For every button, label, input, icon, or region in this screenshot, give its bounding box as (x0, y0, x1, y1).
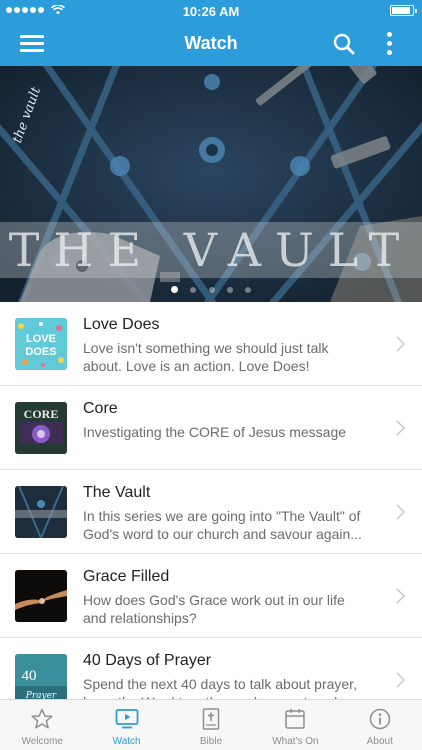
tab-label: What's On (272, 736, 319, 747)
list-item[interactable]: The Vault In this series we are going in… (0, 470, 422, 554)
page-title: Watch (184, 33, 238, 53)
tab-bar: Welcome Watch Bible What's On About (0, 699, 422, 750)
tab-label: About (366, 736, 393, 747)
svg-text:CORE: CORE (24, 407, 59, 421)
tab-watch[interactable]: Watch (84, 700, 168, 750)
more-options-button[interactable] (380, 30, 400, 58)
list-item[interactable]: Grace Filled How does God's Grace work o… (0, 554, 422, 638)
series-thumbnail (15, 570, 67, 622)
page-dot[interactable] (226, 287, 233, 293)
tab-welcome[interactable]: Welcome (0, 700, 84, 750)
tab-label: Welcome (21, 736, 63, 747)
svg-text:40: 40 (22, 668, 37, 684)
tab-about[interactable]: About (338, 700, 422, 750)
tab-bible[interactable]: Bible (169, 700, 253, 750)
chevron-right-icon (396, 504, 405, 520)
nav-bar: Watch (0, 22, 422, 66)
series-thumbnail: LOVE DOES (15, 318, 67, 370)
star-icon (31, 708, 53, 729)
search-icon (333, 33, 355, 55)
hero-title: THE VAULT (8, 223, 414, 277)
series-description: Investigating the CORE of Jesus message (83, 424, 347, 440)
bible-icon (202, 708, 220, 730)
page-dot[interactable] (245, 287, 252, 293)
series-title: The Vault (83, 484, 151, 501)
chevron-right-icon (396, 336, 405, 352)
svg-text:Prayer: Prayer (25, 691, 57, 699)
series-title: 40 Days of Prayer (83, 652, 212, 669)
series-list: LOVE DOES Love Does Love isn't something… (0, 302, 422, 699)
tab-label: Bible (199, 736, 223, 747)
status-time: 10:26 AM (182, 4, 240, 19)
series-thumbnail: CORE (15, 402, 67, 454)
list-item[interactable]: 40 Prayer 40 Days of Prayer Spend the ne… (0, 638, 422, 699)
svg-text:DOES: DOES (25, 346, 56, 358)
page-dot[interactable] (190, 287, 197, 293)
series-title: Love Does (83, 316, 160, 333)
list-item[interactable]: LOVE DOES Love Does Love isn't something… (0, 302, 422, 386)
tab-whats-on[interactable]: What's On (253, 700, 337, 750)
tab-label: Watch (112, 736, 141, 747)
chevron-right-icon (396, 420, 405, 436)
info-icon (369, 708, 391, 730)
page-indicator[interactable] (0, 280, 422, 298)
chevron-right-icon (396, 588, 405, 604)
series-description: In this series we are going into "The Va… (83, 508, 362, 542)
svg-text:LOVE: LOVE (26, 333, 56, 345)
series-title: Core (83, 400, 118, 417)
page-dot[interactable] (208, 287, 215, 293)
search-button[interactable] (332, 32, 356, 56)
page-dot[interactable] (170, 286, 178, 293)
battery-icon (390, 5, 417, 16)
list-item[interactable]: CORE Core Investigating the CORE of Jesu… (0, 386, 422, 470)
series-description: Love isn't something we should just talk… (83, 340, 329, 374)
series-thumbnail: 40 Prayer (15, 654, 67, 699)
calendar-icon (285, 709, 306, 729)
tv-play-icon (115, 709, 139, 729)
series-thumbnail (15, 486, 67, 538)
series-description: How does God's Grace work out in our lif… (83, 592, 345, 626)
chevron-right-icon (396, 672, 405, 688)
series-title: Grace Filled (83, 568, 170, 585)
hero-banner[interactable]: the vault THE VAULT (0, 66, 422, 302)
status-bar: 10:26 AM (0, 0, 422, 22)
series-description: Spend the next 40 days to talk about pra… (83, 676, 357, 699)
